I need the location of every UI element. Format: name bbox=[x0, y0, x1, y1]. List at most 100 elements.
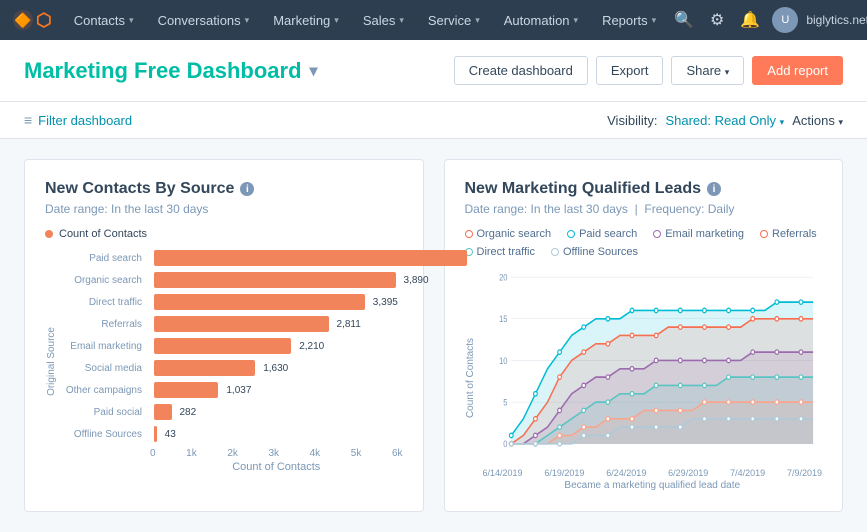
nav-right-icons: 🔍 ⚙ 🔔 U biglytics.net ▾ bbox=[670, 6, 867, 34]
bar-chart-inner: Paid search 5,042 Organic search 3,890 D… bbox=[61, 250, 403, 473]
line-y-axis-label-wrapper: Count of Contacts bbox=[465, 266, 479, 491]
contacts-chevron-icon: ▾ bbox=[129, 15, 134, 26]
create-dashboard-button[interactable]: Create dashboard bbox=[454, 56, 588, 85]
line-chart-legend: Organic search Paid search Email marketi… bbox=[465, 228, 823, 258]
visibility-value[interactable]: Shared: Read Only ▾ bbox=[665, 113, 784, 128]
sales-chevron-icon: ▾ bbox=[399, 15, 404, 26]
filter-dashboard-link[interactable]: Filter dashboard bbox=[38, 113, 132, 128]
automation-chevron-icon: ▾ bbox=[574, 15, 579, 26]
y-axis-label-wrapper: Original Source bbox=[45, 250, 57, 473]
x-tick: 6k bbox=[392, 448, 403, 459]
service-chevron-icon: ▾ bbox=[475, 15, 480, 26]
legend-circle-email bbox=[653, 230, 661, 238]
share-button[interactable]: Share ▾ bbox=[671, 56, 744, 85]
share-chevron-icon: ▾ bbox=[725, 67, 730, 77]
card2-info-icon[interactable]: i bbox=[707, 182, 721, 196]
line-x-tick: 6/24/2019 bbox=[606, 468, 646, 478]
reports-chevron-icon: ▾ bbox=[652, 15, 657, 26]
bar-row: Direct traffic 3,395 bbox=[61, 294, 403, 310]
search-icon[interactable]: 🔍 bbox=[670, 6, 698, 34]
bar-label: Social media bbox=[61, 363, 150, 374]
visibility-chevron-icon: ▾ bbox=[780, 117, 785, 127]
legend-circle-organic bbox=[465, 230, 473, 238]
title-dropdown-icon[interactable]: ▾ bbox=[310, 61, 318, 81]
card1-subtitle: Date range: In the last 30 days bbox=[45, 202, 403, 216]
bar-value: 3,890 bbox=[404, 275, 429, 286]
legend-item-direct: Direct traffic bbox=[465, 246, 535, 258]
line-x-tick: 7/4/2019 bbox=[730, 468, 765, 478]
account-name[interactable]: biglytics.net bbox=[806, 13, 867, 27]
navbar: 🔶 ⬡ Contacts ▾ Conversations ▾ Marketing… bbox=[0, 0, 867, 40]
filter-icon: ≡ bbox=[24, 112, 32, 128]
y-axis-label: Original Source bbox=[46, 327, 57, 396]
bar-row: Offline Sources 43 bbox=[61, 426, 403, 442]
avatar[interactable]: U bbox=[772, 7, 798, 33]
nav-conversations[interactable]: Conversations ▾ bbox=[148, 0, 260, 40]
legend-label-offline: Offline Sources bbox=[563, 246, 638, 258]
legend-item-offline: Offline Sources bbox=[551, 246, 638, 258]
nav-contacts[interactable]: Contacts ▾ bbox=[64, 0, 144, 40]
bar-value: 1,630 bbox=[263, 363, 288, 374]
bar-label: Paid social bbox=[61, 407, 150, 418]
x-tick: 1k bbox=[186, 448, 197, 459]
notifications-icon[interactable]: 🔔 bbox=[736, 6, 764, 34]
svg-text:10: 10 bbox=[499, 356, 508, 366]
nav-service[interactable]: Service ▾ bbox=[418, 0, 490, 40]
line-chart-svg: 20151050 bbox=[483, 266, 823, 466]
bar-label: Paid search bbox=[61, 253, 150, 264]
x-tick: 2k bbox=[227, 448, 238, 459]
legend-item-referrals: Referrals bbox=[760, 228, 817, 240]
line-x-axis: 6/14/2019 6/19/2019 6/24/2019 6/29/2019 7/4/… bbox=[483, 468, 823, 478]
export-button[interactable]: Export bbox=[596, 56, 664, 85]
bar-rows: Paid search 5,042 Organic search 3,890 D… bbox=[61, 250, 403, 442]
nav-sales[interactable]: Sales ▾ bbox=[353, 0, 414, 40]
nav-reports[interactable]: Reports ▾ bbox=[592, 0, 666, 40]
legend-label-paid: Paid search bbox=[579, 228, 637, 240]
svg-text:15: 15 bbox=[499, 315, 508, 325]
bar-chart-wrapper: Original Source Paid search 5,042 Organi… bbox=[45, 250, 403, 473]
line-chart-wrapper: Count of Contacts 20151050 6/14/20196/19… bbox=[465, 266, 823, 491]
bar-fill bbox=[154, 294, 365, 310]
bar-value: 2,210 bbox=[299, 341, 324, 352]
card1-info-icon[interactable]: i bbox=[240, 182, 254, 196]
line-x-tick: 6/19/2019 bbox=[544, 468, 584, 478]
new-contacts-card: New Contacts By Source i Date range: In … bbox=[24, 159, 424, 512]
legend-item-organic: Organic search bbox=[465, 228, 552, 240]
dashboard-content: New Contacts By Source i Date range: In … bbox=[0, 139, 867, 532]
legend-label-direct: Direct traffic bbox=[477, 246, 535, 258]
page-header: Marketing Free Dashboard ▾ Create dashbo… bbox=[0, 40, 867, 102]
bar-row: Organic search 3,890 bbox=[61, 272, 403, 288]
x-tick: 4k bbox=[310, 448, 321, 459]
bar-label: Referrals bbox=[61, 319, 150, 330]
line-x-tick: 6/29/2019 bbox=[668, 468, 708, 478]
legend-item-email: Email marketing bbox=[653, 228, 744, 240]
settings-icon[interactable]: ⚙ bbox=[706, 6, 728, 34]
hubspot-logo[interactable]: 🔶 ⬡ bbox=[12, 9, 52, 31]
legend-dot bbox=[45, 230, 53, 238]
filter-bar-right: Visibility: Shared: Read Only ▾ Actions … bbox=[607, 113, 843, 128]
marketing-chevron-icon: ▾ bbox=[334, 15, 339, 26]
bar-x-axis: 01k2k3k4k5k6k bbox=[61, 448, 403, 459]
nav-automation[interactable]: Automation ▾ bbox=[494, 0, 588, 40]
bar-row: Social media 1,630 bbox=[61, 360, 403, 376]
bar-row: Paid social 282 bbox=[61, 404, 403, 420]
conversations-chevron-icon: ▾ bbox=[245, 15, 250, 26]
add-report-button[interactable]: Add report bbox=[752, 56, 843, 85]
bar-fill bbox=[154, 404, 172, 420]
bar-fill bbox=[154, 272, 396, 288]
legend-item-paid: Paid search bbox=[567, 228, 637, 240]
legend-circle-offline bbox=[551, 248, 559, 256]
actions-button[interactable]: Actions ▾ bbox=[792, 113, 843, 128]
bar-row: Paid search 5,042 bbox=[61, 250, 403, 266]
chart-legend: Count of Contacts bbox=[45, 228, 403, 240]
line-x-tick: 6/14/2019 bbox=[483, 468, 523, 478]
bar-row: Other campaigns 1,037 bbox=[61, 382, 403, 398]
bar-fill bbox=[154, 316, 329, 332]
page-title: Marketing Free Dashboard ▾ bbox=[24, 58, 318, 84]
nav-marketing[interactable]: Marketing ▾ bbox=[263, 0, 349, 40]
bar-fill bbox=[154, 426, 157, 442]
actions-chevron-icon: ▾ bbox=[838, 117, 843, 127]
bar-value: 2,811 bbox=[337, 319, 361, 330]
bar-label: Direct traffic bbox=[61, 297, 150, 308]
legend-circle-referrals bbox=[760, 230, 768, 238]
